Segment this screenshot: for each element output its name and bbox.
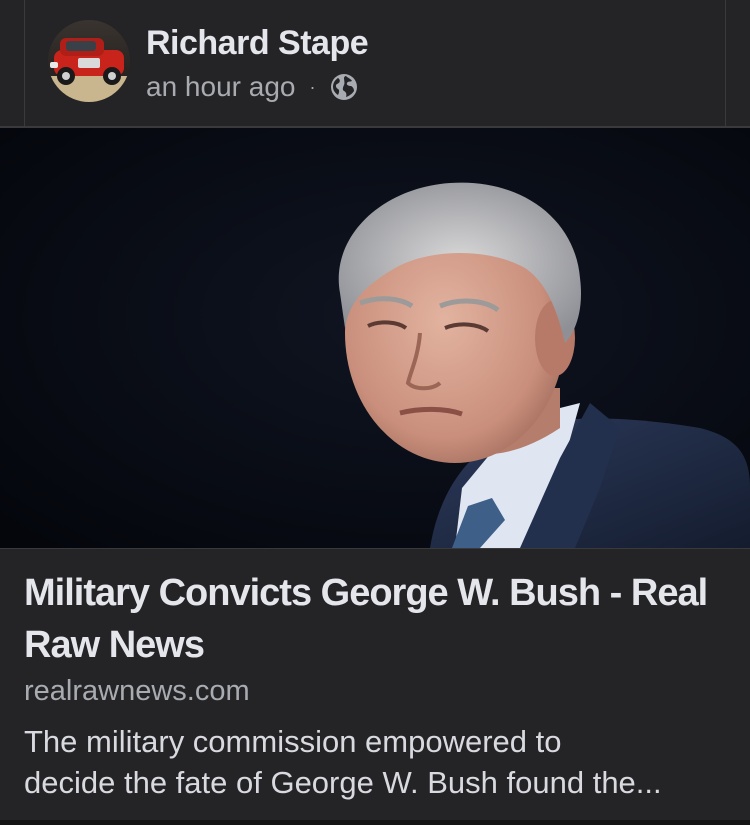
card-bottom-edge [0,820,750,825]
post-timestamp[interactable]: an hour ago [146,71,295,103]
link-title[interactable]: Military Convicts George W. Bush - Real … [24,567,724,671]
link-description-line-1: The military commission empowered to [24,724,562,759]
globe-icon[interactable] [329,72,359,102]
post-header: Richard Stape an hour ago · [0,0,750,128]
link-preview-body[interactable]: Military Convicts George W. Bush - Real … [0,548,750,820]
card-edge-left [24,0,25,128]
avatar-car-image [48,20,130,102]
meta-separator: · [309,76,316,97]
facebook-post: Richard Stape an hour ago · Military Con… [0,0,750,825]
card-edge-right [725,0,726,128]
author-name[interactable]: Richard Stape [146,24,369,63]
link-domain: realrawnews.com [24,675,250,707]
avatar[interactable] [48,20,130,102]
link-description: The military commission empowered to dec… [24,721,729,803]
portrait-photo [0,128,750,548]
link-preview-image[interactable] [0,128,750,548]
link-description-line-2: decide the fate of George W. Bush found … [24,765,662,800]
post-meta: an hour ago · [146,69,359,105]
